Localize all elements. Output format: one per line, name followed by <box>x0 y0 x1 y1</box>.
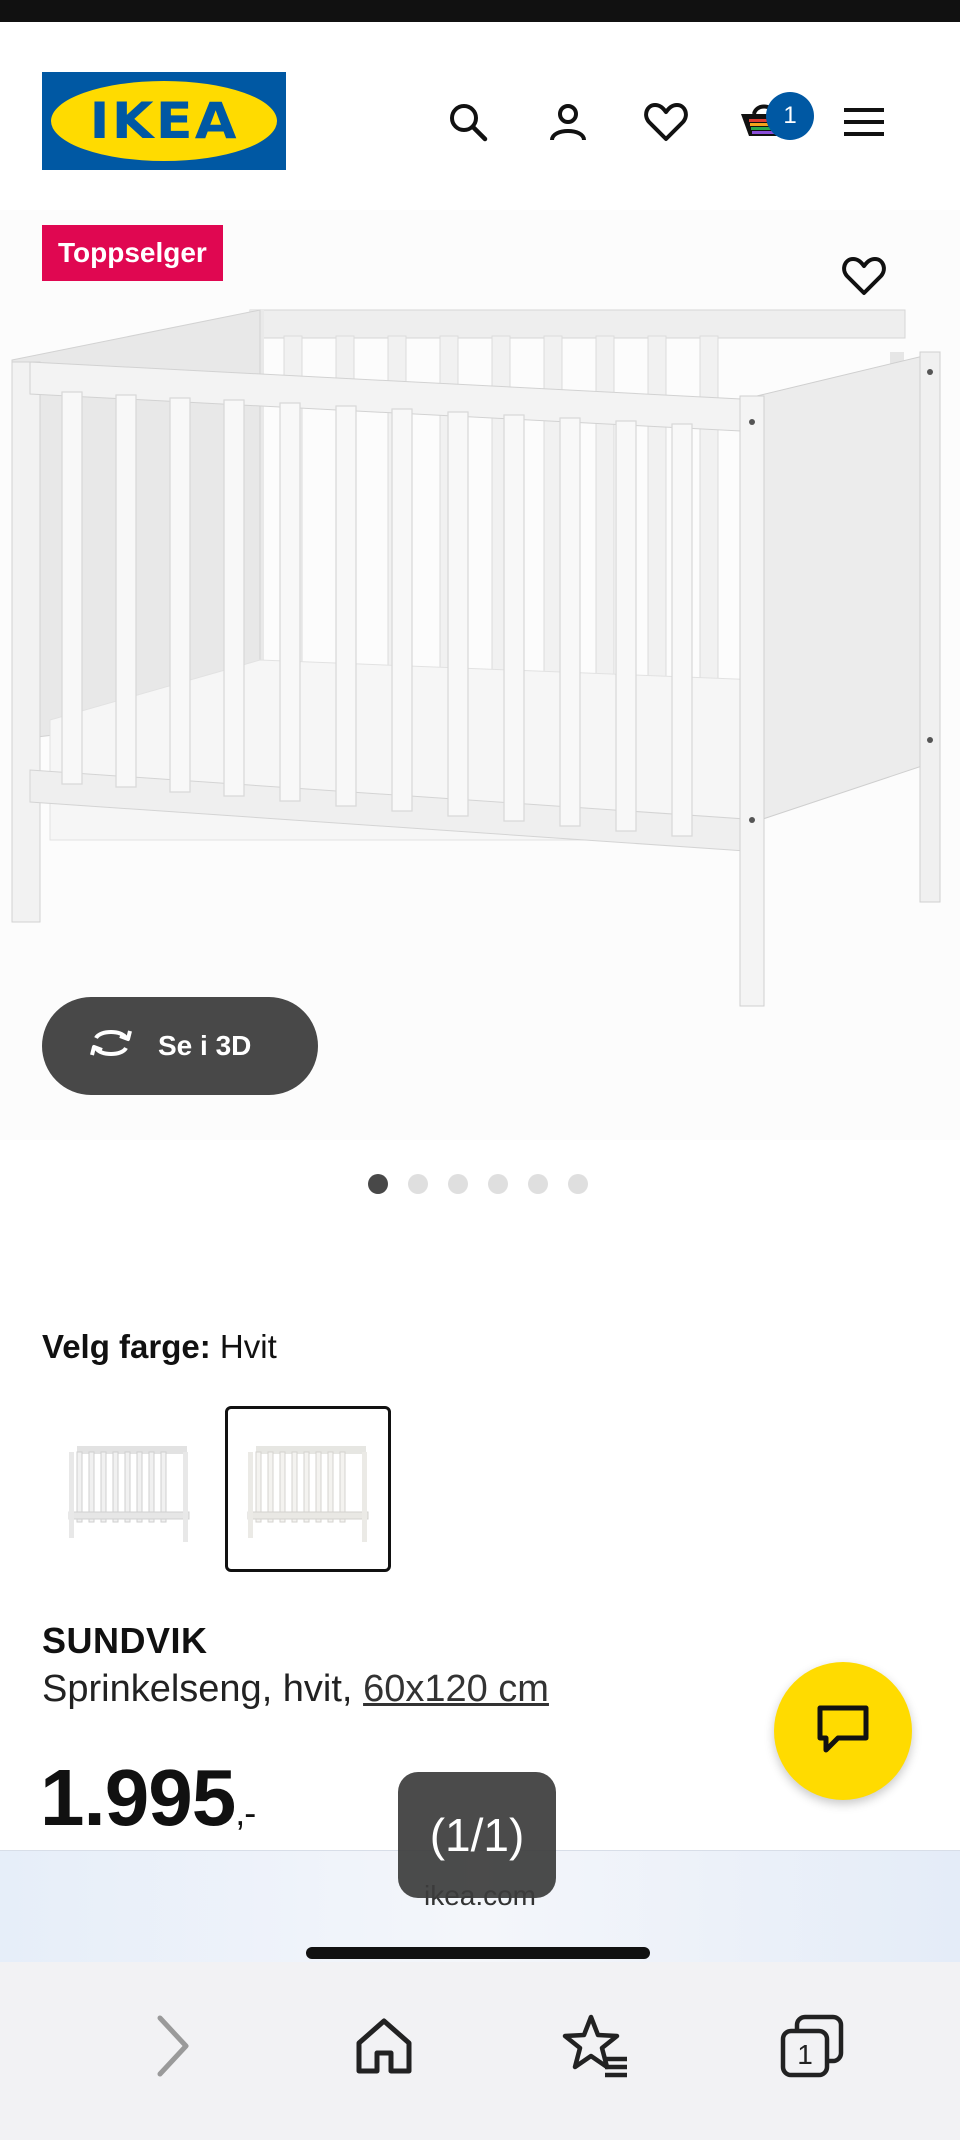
product-size-link[interactable]: 60x120 cm <box>363 1668 549 1710</box>
top-seller-badge: Toppselger <box>42 225 223 281</box>
gallery-dot[interactable] <box>368 1174 388 1194</box>
product-description: Sprinkelseng, hvit, 60x120 cm <box>42 1668 549 1711</box>
gallery-dot[interactable] <box>528 1174 548 1194</box>
color-swatch-2[interactable] <box>225 1406 391 1572</box>
color-label-title: Velg farge: <box>42 1328 211 1365</box>
price-suffix: ,- <box>235 1792 256 1833</box>
bookmarks-icon[interactable] <box>556 2006 636 2086</box>
cart-count-badge: 1 <box>766 92 814 140</box>
gallery-dot[interactable] <box>568 1174 588 1194</box>
page-count-toast: (1/1) <box>398 1772 556 1898</box>
tabs-icon[interactable]: 1 <box>772 2006 852 2086</box>
product-image <box>0 300 960 1030</box>
chat-icon <box>816 1704 870 1759</box>
logo-oval: IKEA <box>51 81 277 161</box>
color-selector-label: Velg farge: Hvit <box>42 1328 277 1366</box>
gallery-dot[interactable] <box>408 1174 428 1194</box>
home-indicator <box>306 1947 650 1959</box>
chat-button[interactable] <box>774 1662 912 1800</box>
product-price: 1.995,- <box>40 1752 256 1844</box>
menu-icon[interactable] <box>836 94 892 150</box>
view-in-3d-label: Se i 3D <box>158 1030 252 1061</box>
home-icon[interactable] <box>344 2006 424 2086</box>
view-in-3d-button[interactable]: Se i 3D <box>42 997 318 1095</box>
gallery-dot[interactable] <box>488 1174 508 1194</box>
product-type: Sprinkelseng, hvit, <box>42 1668 353 1710</box>
status-bar <box>0 0 960 22</box>
price-main: 1.995 <box>40 1753 236 1842</box>
gallery-dot[interactable] <box>448 1174 468 1194</box>
tab-count: 1 <box>797 2039 813 2070</box>
gallery-pagination <box>368 1174 588 1194</box>
color-selected-value: Hvit <box>219 1328 277 1365</box>
site-header: IKEA 1 <box>0 22 960 222</box>
search-icon[interactable] <box>440 94 496 150</box>
user-icon[interactable] <box>540 94 596 150</box>
color-swatch-1[interactable] <box>46 1406 212 1572</box>
logo-text: IKEA <box>89 92 239 150</box>
ikea-logo[interactable]: IKEA <box>42 72 286 170</box>
add-to-favourites-icon[interactable] <box>836 248 892 304</box>
rotate-3d-icon <box>86 1026 136 1067</box>
forward-icon[interactable] <box>132 2006 212 2086</box>
heart-icon[interactable] <box>638 94 694 150</box>
product-name: SUNDVIK <box>42 1620 208 1661</box>
